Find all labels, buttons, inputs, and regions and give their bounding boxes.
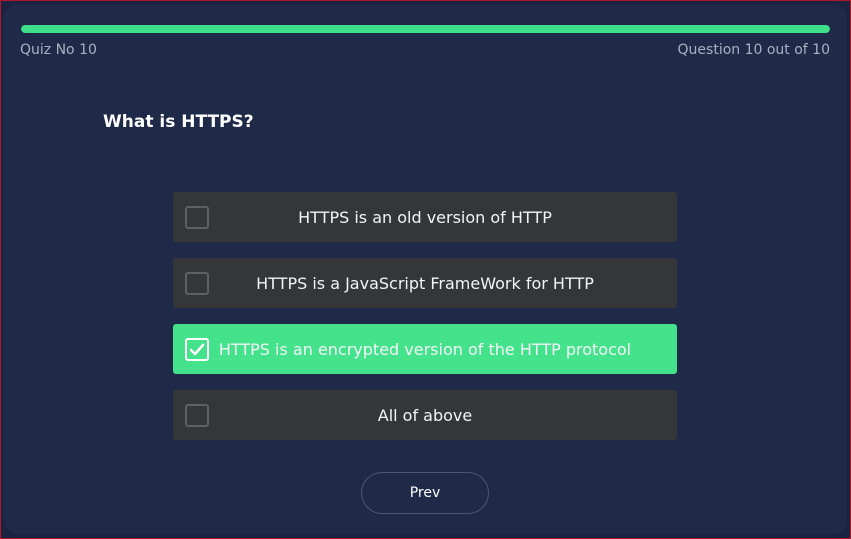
progress-bar-fill	[21, 25, 830, 33]
answer-option-label: All of above	[377, 405, 473, 425]
prev-button[interactable]: Prev	[361, 472, 489, 514]
window-frame: Quiz No 10 Question 10 out of 10 What is…	[0, 0, 851, 539]
checkbox-icon[interactable]	[185, 404, 209, 427]
answer-option-label: HTTPS is an encrypted version of the HTT…	[218, 339, 632, 359]
checkmark-icon	[189, 343, 205, 355]
answer-option-3[interactable]: HTTPS is an encrypted version of the HTT…	[173, 324, 677, 374]
quiz-card: Quiz No 10 Question 10 out of 10 What is…	[4, 4, 847, 534]
question-counter: Question 10 out of 10	[677, 42, 830, 58]
answer-option-label: HTTPS is an old version of HTTP	[298, 207, 552, 227]
progress-bar	[21, 25, 830, 33]
answer-option-2[interactable]: HTTPS is a JavaScript FrameWork for HTTP	[173, 258, 677, 308]
quiz-number-label: Quiz No 10	[20, 42, 97, 58]
answer-options: HTTPS is an old version of HTTP HTTPS is…	[173, 192, 677, 456]
checkbox-icon[interactable]	[185, 206, 209, 229]
answer-option-1[interactable]: HTTPS is an old version of HTTP	[173, 192, 677, 242]
answer-option-label: HTTPS is a JavaScript FrameWork for HTTP	[256, 273, 594, 293]
question-text: What is HTTPS?	[103, 112, 254, 132]
answer-option-4[interactable]: All of above	[173, 390, 677, 440]
checkbox-icon[interactable]	[185, 272, 209, 295]
checkbox-icon[interactable]	[185, 338, 209, 361]
